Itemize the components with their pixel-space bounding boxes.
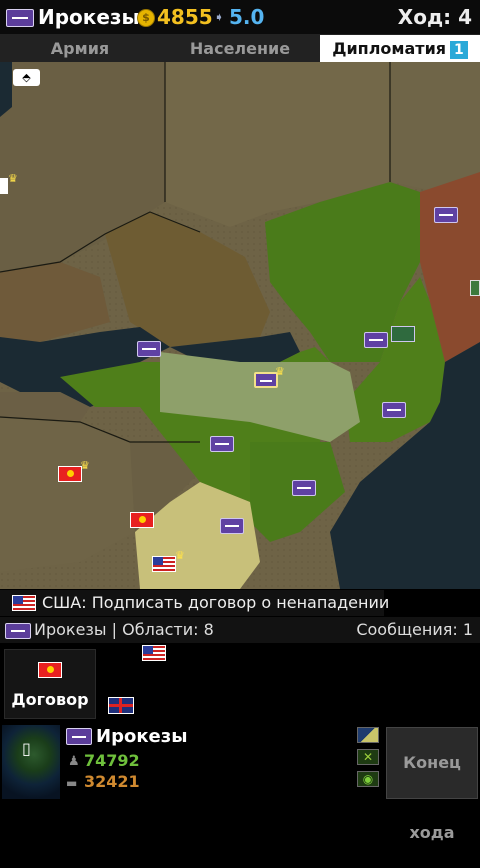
iroquois-province-marker[interactable] [292,480,316,496]
coin-icon: $ [137,9,155,27]
rival-province-marker[interactable] [391,326,415,342]
map-mode-toggle[interactable] [357,727,379,743]
army-value: 32421 [84,772,140,791]
offscreen-marker[interactable] [0,178,8,194]
tab-population-label: Население [189,39,291,58]
tab-bar: Армия Население Дипломатия 1 [0,35,480,62]
army-icon: ▬ [66,776,78,790]
top-bar: Ирокезы $ 4855 ➧ 5.0 Ход: 4 [0,0,480,35]
iroquois-province-marker[interactable] [382,402,406,418]
tab-army-label: Армия [50,39,110,58]
crown-icon: ♛ [275,365,285,378]
crown-icon: ♛ [8,172,18,185]
map-mode-icon[interactable]: ⬘ [13,69,40,86]
uk-flag-icon[interactable] [108,697,134,714]
people-icon: ♟ [68,754,80,769]
end-turn-button[interactable]: Конец хода [386,727,478,842]
nation-provinces: Ирокезы | Области: 8 [34,620,214,639]
treaty-button[interactable]: Договор [4,649,96,719]
iroquois-province-marker[interactable] [137,341,161,357]
japan-flag-icon[interactable] [130,512,154,528]
usa-flag-icon [12,595,36,611]
iroquois-province-marker[interactable] [220,518,244,534]
globe-icon: ▯ [22,739,31,758]
iroquois-province-marker[interactable] [434,207,458,223]
japan-flag-icon [38,662,62,678]
tab-army[interactable]: Армия [0,35,160,62]
iroquois-flag-icon [6,9,34,27]
turn-counter: Ход: 4 [397,5,472,29]
usa-flag-icon[interactable] [152,556,176,572]
crown-icon: ♛ [175,549,185,562]
messages-count[interactable]: Сообщения: 1 [356,620,473,639]
region-northeast [390,62,480,192]
message-text: США: Подписать договор о ненападении [42,593,390,612]
iroquois-flag-icon [66,728,92,745]
nation-info-panel: ▯ Ирокезы ♟ 74792 ▬ 32421 ✕ ◉ Конец хода [0,723,480,842]
iroquois-flag-icon [5,623,31,639]
iroquois-province-marker[interactable] [210,436,234,452]
population-value: 74792 [84,751,140,770]
globe-minimap[interactable]: ▯ [2,725,60,799]
gold-amount: 4855 [157,5,213,29]
tab-population[interactable]: Население [160,35,320,62]
iroquois-province-marker[interactable] [364,332,388,348]
crown-icon: ♛ [80,459,90,472]
rival-province-marker[interactable] [470,280,480,296]
income-arrow-icon: ➧ [214,10,225,24]
treaty-label: Договор [11,690,89,709]
japan-flag-icon[interactable] [58,466,82,482]
message-bar[interactable]: США: Подписать договор о ненападении [0,590,389,616]
eye-icon[interactable]: ◉ [357,771,379,787]
nation-name: Ирокезы [96,726,188,747]
diplomacy-badge: 1 [450,41,468,59]
nation-name: Ирокезы [38,5,140,29]
toggle-icon[interactable]: ✕ [357,749,379,765]
tab-diplomacy[interactable]: Дипломатия 1 [320,35,480,62]
tab-diplomacy-label: Дипломатия [332,39,447,58]
usa-flag-icon[interactable] [142,645,166,661]
status-bar: Ирокезы | Области: 8 Сообщения: 1 [0,617,480,643]
income-amount: 5.0 [229,5,265,29]
